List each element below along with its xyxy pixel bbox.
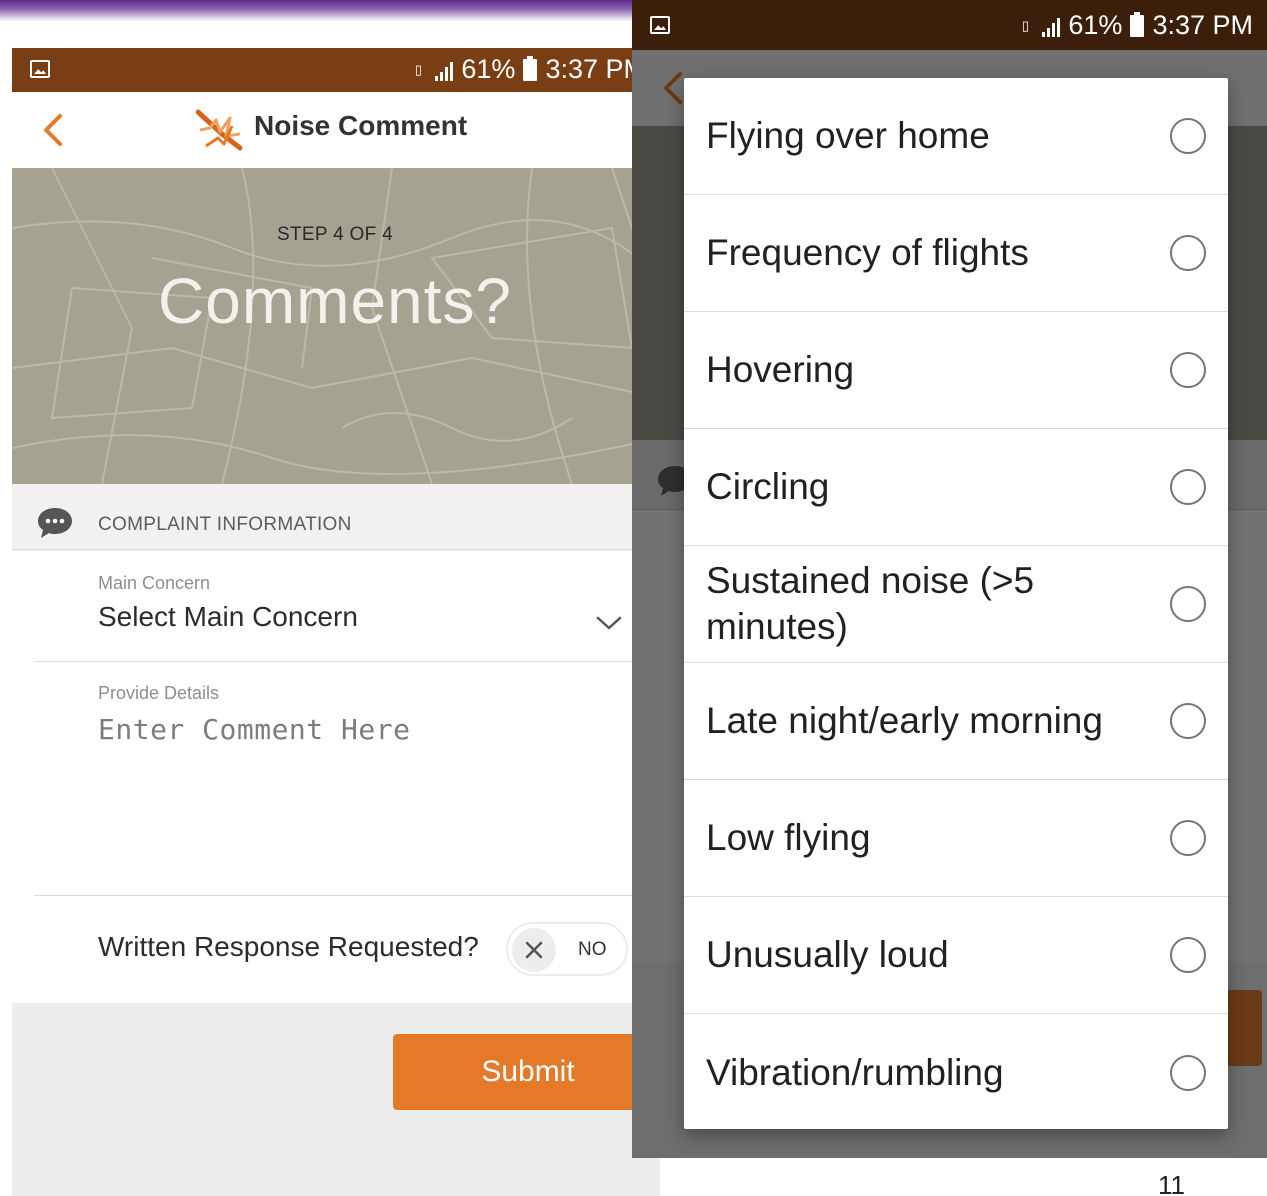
option-label: Sustained noise (>5 minutes)	[706, 560, 1035, 647]
back-arrow-icon[interactable]	[36, 112, 72, 148]
radio-unchecked-icon[interactable]	[1170, 586, 1206, 622]
option-sustained-noise[interactable]: Sustained noise (>5 minutes)	[684, 546, 1228, 663]
phone-screen-form: ▯ 61% 3:37 PM Noise Comment STEP 4 OF 4 …	[12, 48, 660, 1196]
radio-unchecked-icon[interactable]	[1170, 118, 1206, 154]
radio-unchecked-icon[interactable]	[1170, 352, 1206, 388]
battery-icon	[1130, 11, 1145, 37]
status-right: ▯ 61% 3:37 PM	[1016, 10, 1253, 41]
option-label: Low flying	[706, 817, 871, 858]
option-frequency-of-flights[interactable]: Frequency of flights	[684, 195, 1228, 312]
submit-button[interactable]: Submit	[393, 1034, 660, 1110]
section-title: COMPLAINT INFORMATION	[98, 514, 352, 535]
chevron-down-icon[interactable]	[596, 615, 622, 631]
complaint-form: Main Concern Select Main Concern Provide…	[12, 551, 660, 1003]
option-circling[interactable]: Circling	[684, 429, 1228, 546]
app-title: Noise Comment	[254, 110, 468, 141]
divider	[34, 661, 660, 662]
sim-icon: ▯	[1021, 17, 1029, 33]
toggle-state-text: NO	[578, 939, 607, 960]
option-late-night-early-morning[interactable]: Late night/early morning	[684, 663, 1228, 780]
signal-icon	[435, 59, 454, 81]
gallery-notification-icon	[650, 16, 670, 34]
status-right: ▯ 61% 3:37 PM	[409, 54, 646, 85]
option-label: Flying over home	[706, 115, 990, 156]
phone-screen-dialog: ▯ 61% 3:37 PM Flying over home Frequency…	[632, 0, 1267, 1158]
option-label: Late night/early morning	[706, 700, 1103, 741]
option-label: Unusually loud	[706, 934, 949, 975]
option-hovering[interactable]: Hovering	[684, 312, 1228, 429]
battery-percent: 61%	[1068, 10, 1123, 40]
status-time: 3:37 PM	[1152, 10, 1253, 40]
hero-title: Comments?	[158, 265, 512, 337]
gallery-notification-icon	[30, 60, 50, 78]
radio-unchecked-icon[interactable]	[1170, 469, 1206, 505]
app-bar: Noise Comment	[12, 92, 660, 168]
complaint-section-header: COMPLAINT INFORMATION	[12, 484, 660, 550]
signal-icon	[1042, 15, 1061, 37]
option-label: Vibration/rumbling	[706, 1051, 1004, 1093]
slide: ▯ 61% 3:37 PM Noise Comment STEP 4 OF 4 …	[0, 0, 1267, 1196]
option-label: Circling	[706, 466, 830, 507]
battery-percent: 61%	[461, 54, 516, 84]
step-indicator: STEP 4 OF 4	[277, 224, 393, 245]
main-concern-dialog: Flying over home Frequency of flights Ho…	[684, 78, 1228, 1129]
option-label: Frequency of flights	[706, 232, 1029, 273]
radio-unchecked-icon[interactable]	[1170, 703, 1206, 739]
comment-textarea[interactable]: Enter Comment Here	[98, 713, 410, 746]
radio-unchecked-icon[interactable]	[1170, 820, 1206, 856]
written-response-label: Written Response Requested?	[98, 931, 479, 962]
sim-icon: ▯	[414, 61, 422, 77]
main-concern-select[interactable]: Select Main Concern	[98, 601, 358, 633]
radio-unchecked-icon[interactable]	[1170, 1054, 1206, 1091]
status-time: 3:37 PM	[545, 54, 646, 84]
slide-page-number: 11	[1158, 1170, 1185, 1196]
option-label: Hovering	[706, 349, 855, 390]
option-low-flying[interactable]: Low flying	[684, 780, 1228, 897]
noise-logo-icon	[196, 109, 243, 151]
status-bar: ▯ 61% 3:37 PM	[12, 48, 660, 92]
option-flying-over-home[interactable]: Flying over home	[684, 78, 1228, 195]
option-vibration-rumbling[interactable]: Vibration/rumbling	[684, 1014, 1228, 1129]
close-icon	[525, 941, 543, 959]
battery-icon	[523, 55, 538, 81]
radio-unchecked-icon[interactable]	[1170, 937, 1206, 973]
main-concern-label: Main Concern	[98, 573, 211, 593]
written-response-toggle[interactable]: NO	[506, 922, 628, 976]
divider	[34, 895, 660, 896]
radio-unchecked-icon[interactable]	[1170, 235, 1206, 271]
chat-bubble-icon	[38, 508, 72, 538]
hero-banner: STEP 4 OF 4 Comments?	[12, 168, 660, 484]
toggle-knob	[512, 928, 556, 972]
option-unusually-loud[interactable]: Unusually loud	[684, 897, 1228, 1014]
status-bar: ▯ 61% 3:37 PM	[632, 0, 1267, 50]
provide-details-label: Provide Details	[98, 683, 220, 703]
